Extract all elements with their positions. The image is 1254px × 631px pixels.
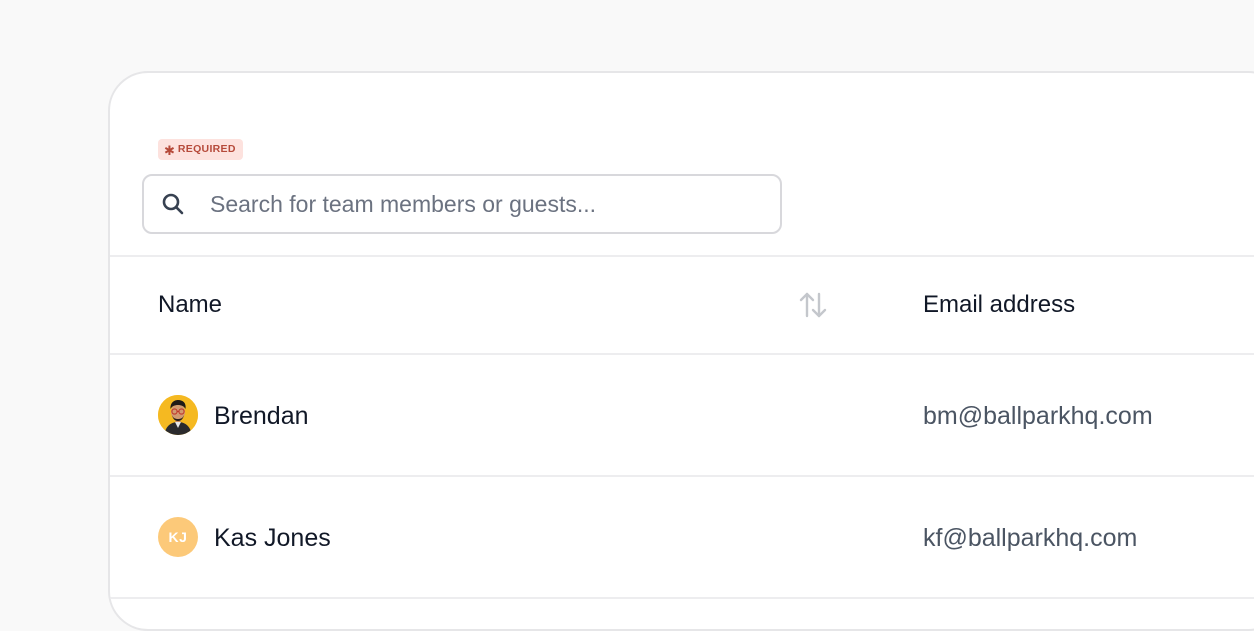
member-email: bm@ballparkhq.com <box>923 402 1153 430</box>
required-badge: ✱ REQUIRED <box>158 139 243 160</box>
table-row[interactable]: Brendan bm@ballparkhq.com <box>110 355 1254 475</box>
search-icon <box>161 192 185 216</box>
search-input[interactable] <box>208 189 772 219</box>
sort-arrows-icon[interactable] <box>798 290 828 320</box>
column-header-name[interactable]: Name <box>158 291 222 319</box>
member-picker-panel: ✱ REQUIRED Name Email address <box>108 71 1254 631</box>
row-divider <box>110 597 1254 599</box>
member-email: kf@ballparkhq.com <box>923 524 1138 552</box>
column-header-email: Email address <box>923 291 1076 318</box>
avatar: KJ <box>158 517 198 557</box>
avatar-initials: KJ <box>168 529 188 545</box>
avatar <box>158 395 198 435</box>
member-name: Brendan <box>214 402 309 430</box>
table-top-divider <box>110 255 1254 257</box>
asterisk-icon: ✱ <box>164 143 175 158</box>
member-name: Kas Jones <box>214 524 331 552</box>
search-field[interactable] <box>142 174 782 234</box>
required-badge-label: REQUIRED <box>177 143 236 156</box>
table-row[interactable]: KJ Kas Jones kf@ballparkhq.com <box>110 477 1254 597</box>
photo-avatar-icon <box>158 395 198 435</box>
